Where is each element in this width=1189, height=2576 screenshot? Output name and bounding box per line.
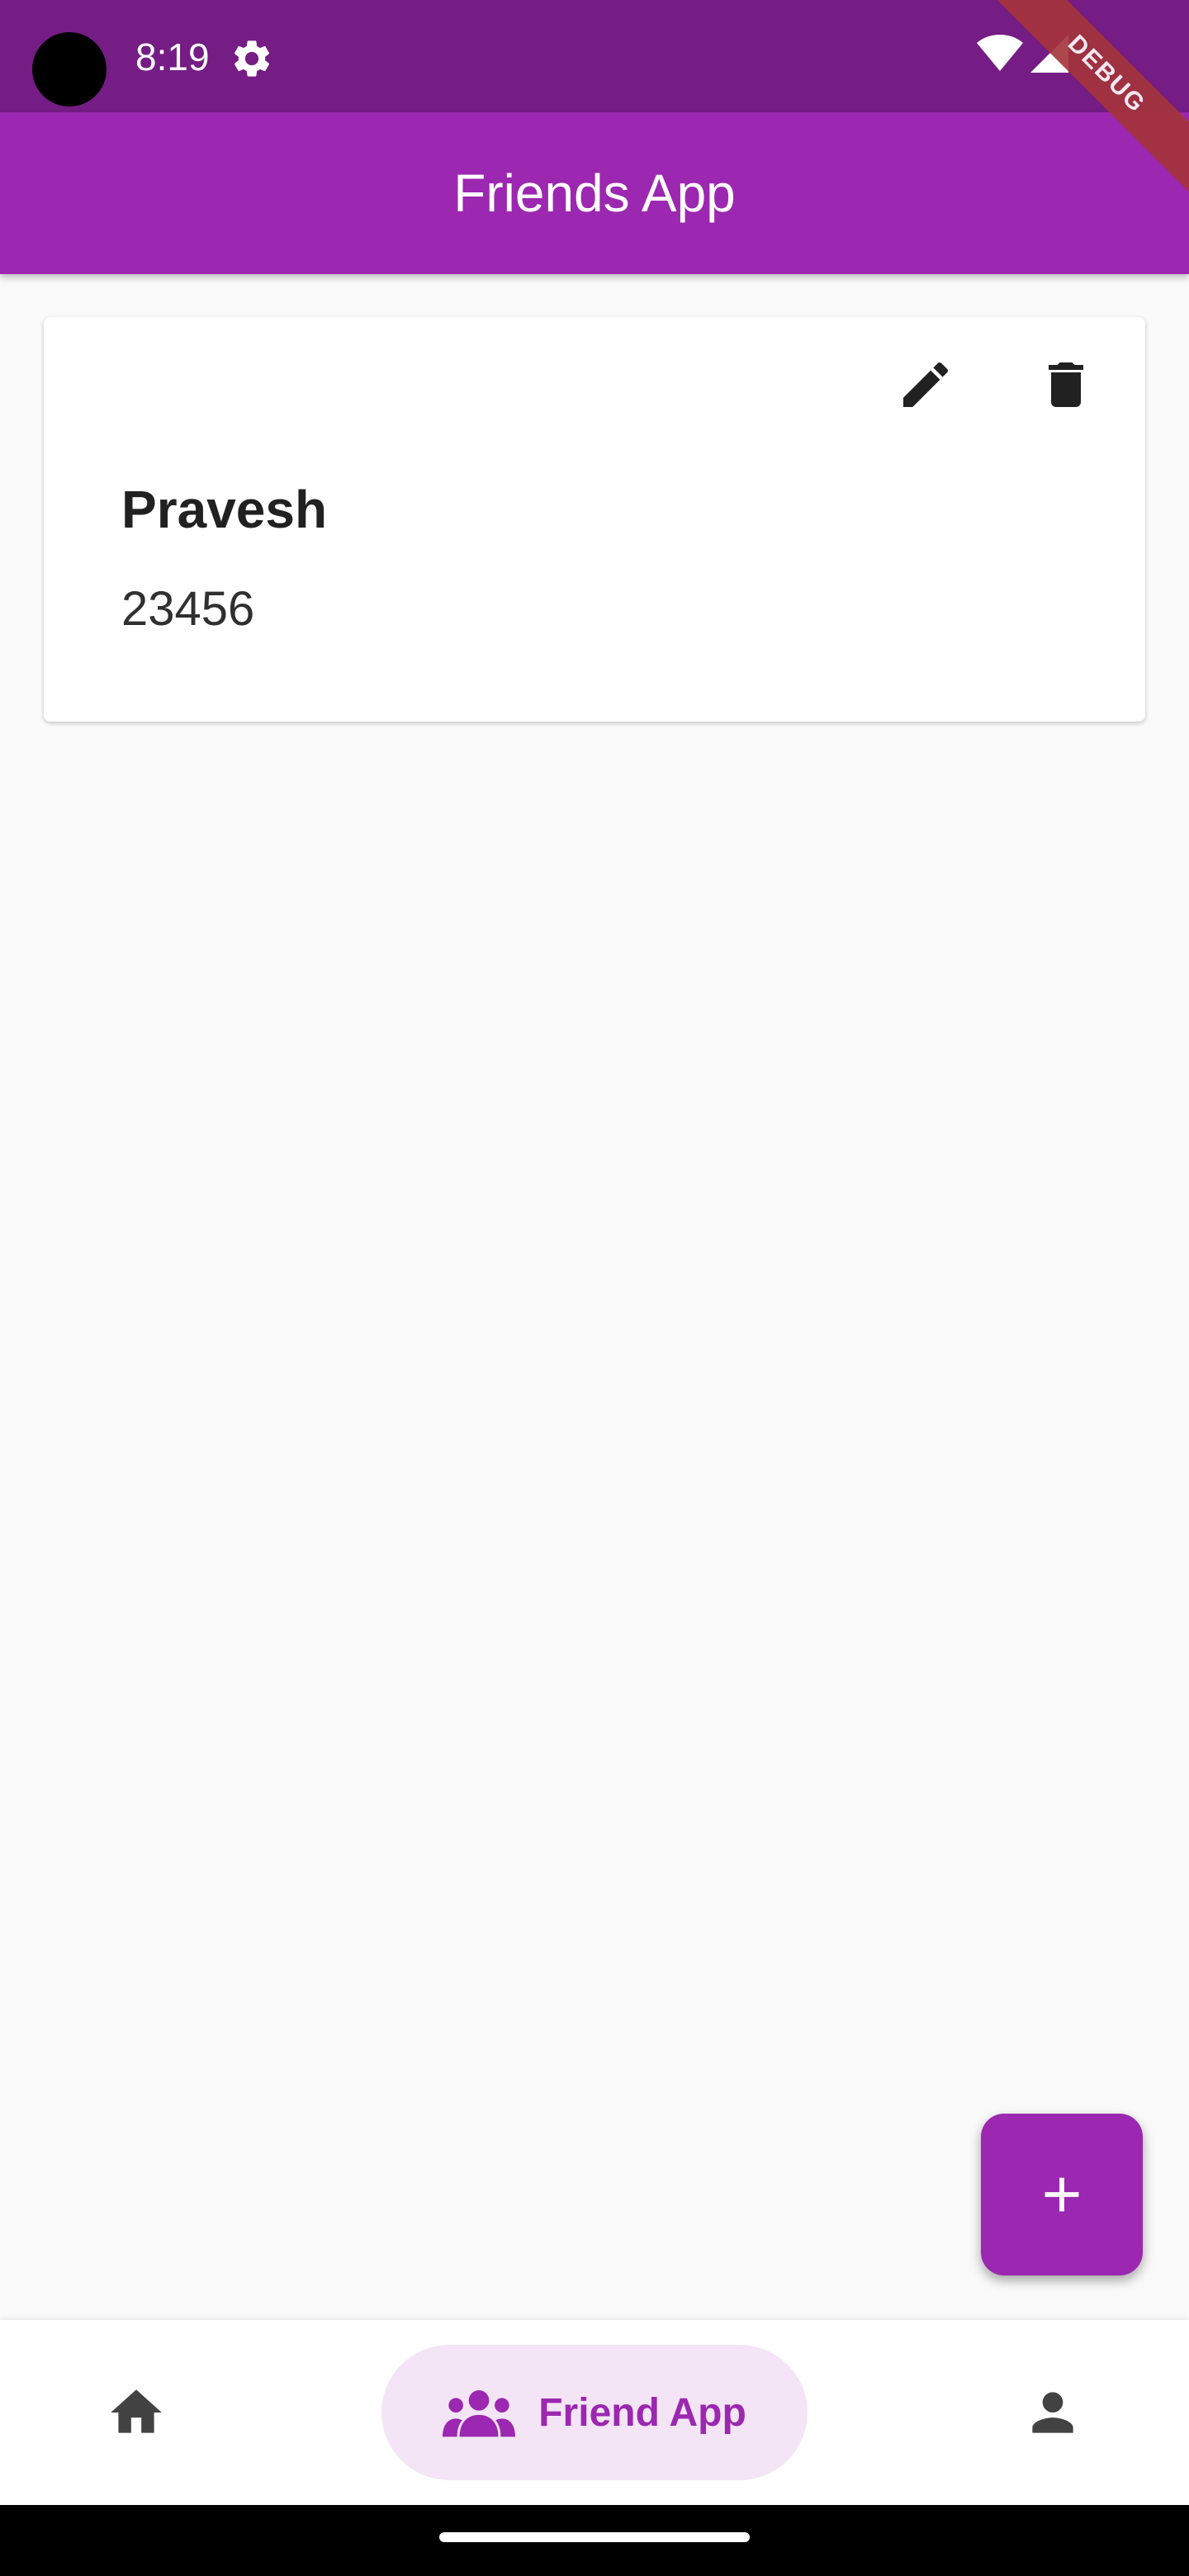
nav-item-profile[interactable] <box>1007 2371 1098 2454</box>
nav-item-friend-app[interactable]: Friend App <box>381 2345 808 2480</box>
card-actions <box>896 355 1096 421</box>
gesture-handle[interactable] <box>439 2532 750 2542</box>
group-icon <box>443 2390 516 2437</box>
delete-button[interactable] <box>1036 355 1096 414</box>
add-friend-button[interactable] <box>981 2114 1143 2275</box>
friend-card: Pravesh 23456 <box>44 317 1145 722</box>
wifi-icon <box>977 35 1023 71</box>
nav-item-friend-app-label: Friend App <box>538 2390 746 2435</box>
home-icon <box>111 2389 162 2433</box>
nav-item-home[interactable] <box>91 2371 182 2454</box>
edit-button[interactable] <box>896 355 955 414</box>
status-time: 8:19 <box>135 36 210 78</box>
status-bar: 8:19 <box>0 0 1189 112</box>
camera-cutout <box>32 32 107 107</box>
add-icon <box>1045 2177 1079 2212</box>
delete-icon <box>1049 362 1083 407</box>
bottom-navigation: Friend App <box>0 2320 1189 2505</box>
gear-icon <box>234 40 270 77</box>
page-title: Friends App <box>453 163 736 223</box>
friend-name: Pravesh <box>121 480 328 539</box>
edit-icon <box>903 362 949 407</box>
friend-phone: 23456 <box>121 582 255 636</box>
app-bar: Friends App <box>0 112 1189 274</box>
person-icon <box>1032 2392 1073 2433</box>
